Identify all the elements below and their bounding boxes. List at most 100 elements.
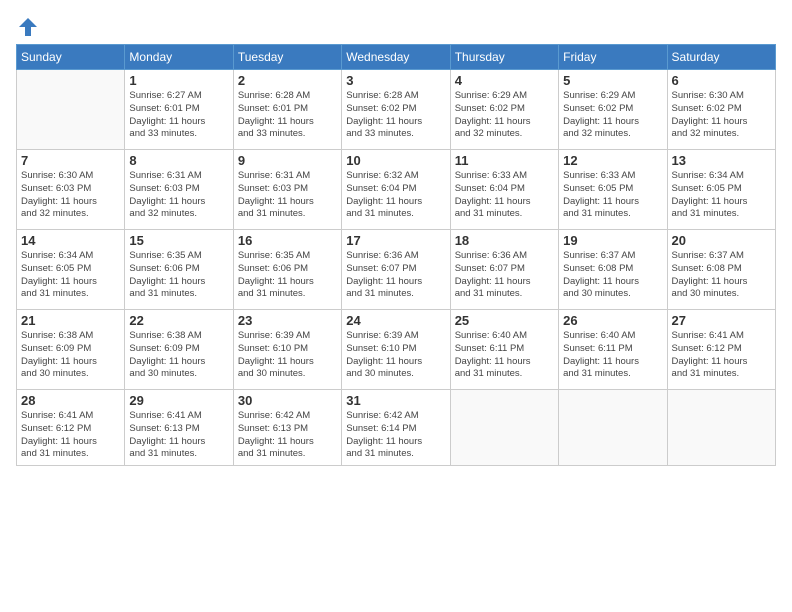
calendar-cell: 12 Sunrise: 6:33 AM Sunset: 6:05 PM Dayli… [559, 150, 667, 230]
calendar-cell [17, 70, 125, 150]
day-number: 2 [238, 73, 337, 88]
calendar-cell: 7 Sunrise: 6:30 AM Sunset: 6:03 PM Daylig… [17, 150, 125, 230]
day-info: Sunrise: 6:37 AM Sunset: 6:08 PM Dayligh… [563, 250, 662, 301]
calendar-cell: 11 Sunrise: 6:33 AM Sunset: 6:04 PM Dayli… [450, 150, 558, 230]
calendar-header-sunday: Sunday [17, 45, 125, 70]
logo-icon [17, 16, 39, 38]
calendar-cell: 28Sunrise: 6:41 AM Sunset: 6:12 PM Dayli… [17, 390, 125, 466]
day-info: Sunrise: 6:28 AM Sunset: 6:01 PM Dayligh… [238, 90, 337, 141]
calendar-cell: 6 Sunrise: 6:30 AM Sunset: 6:02 PM Daylig… [667, 70, 775, 150]
day-number: 25 [455, 313, 554, 328]
calendar-cell: 22Sunrise: 6:38 AM Sunset: 6:09 PM Dayli… [125, 310, 233, 390]
calendar-cell: 14 Sunrise: 6:34 AM Sunset: 6:05 PM Dayli… [17, 230, 125, 310]
calendar-cell: 27 Sunrise: 6:41 AM Sunset: 6:12 PM Dayli… [667, 310, 775, 390]
day-info: Sunrise: 6:29 AM Sunset: 6:02 PM Dayligh… [563, 90, 662, 141]
page-header [16, 16, 776, 34]
calendar-week-row: 7 Sunrise: 6:30 AM Sunset: 6:03 PM Daylig… [17, 150, 776, 230]
calendar-header-row: SundayMondayTuesdayWednesdayThursdayFrid… [17, 45, 776, 70]
calendar-cell: 1 Sunrise: 6:27 AM Sunset: 6:01 PM Daylig… [125, 70, 233, 150]
calendar-cell: 23Sunrise: 6:39 AM Sunset: 6:10 PM Dayli… [233, 310, 341, 390]
day-number: 4 [455, 73, 554, 88]
day-info: Sunrise: 6:41 AM Sunset: 6:12 PM Dayligh… [21, 410, 120, 461]
calendar-header-friday: Friday [559, 45, 667, 70]
day-number: 1 [129, 73, 228, 88]
day-info: Sunrise: 6:38 AM Sunset: 6:09 PM Dayligh… [21, 330, 120, 381]
day-number: 13 [672, 153, 771, 168]
day-info: Sunrise: 6:39 AM Sunset: 6:10 PM Dayligh… [346, 330, 445, 381]
calendar-cell: 26 Sunrise: 6:40 AM Sunset: 6:11 PM Dayli… [559, 310, 667, 390]
calendar-cell: 21 Sunrise: 6:38 AM Sunset: 6:09 PM Dayli… [17, 310, 125, 390]
calendar-header-saturday: Saturday [667, 45, 775, 70]
day-number: 12 [563, 153, 662, 168]
day-info: Sunrise: 6:30 AM Sunset: 6:02 PM Dayligh… [672, 90, 771, 141]
calendar-header-thursday: Thursday [450, 45, 558, 70]
day-number: 15 [129, 233, 228, 248]
calendar-cell: 17 Sunrise: 6:36 AM Sunset: 6:07 PM Dayli… [342, 230, 450, 310]
day-number: 26 [563, 313, 662, 328]
calendar-cell: 15 Sunrise: 6:35 AM Sunset: 6:06 PM Dayli… [125, 230, 233, 310]
calendar-cell: 2 Sunrise: 6:28 AM Sunset: 6:01 PM Daylig… [233, 70, 341, 150]
day-info: Sunrise: 6:40 AM Sunset: 6:11 PM Dayligh… [455, 330, 554, 381]
calendar-header-monday: Monday [125, 45, 233, 70]
day-info: Sunrise: 6:36 AM Sunset: 6:07 PM Dayligh… [346, 250, 445, 301]
day-number: 10 [346, 153, 445, 168]
day-number: 27 [672, 313, 771, 328]
day-info: Sunrise: 6:41 AM Sunset: 6:12 PM Dayligh… [672, 330, 771, 381]
calendar-cell: 3 Sunrise: 6:28 AM Sunset: 6:02 PM Daylig… [342, 70, 450, 150]
calendar-cell [450, 390, 558, 466]
day-number: 21 [21, 313, 120, 328]
day-info: Sunrise: 6:33 AM Sunset: 6:04 PM Dayligh… [455, 170, 554, 221]
calendar-cell: 18 Sunrise: 6:36 AM Sunset: 6:07 PM Dayli… [450, 230, 558, 310]
day-number: 8 [129, 153, 228, 168]
day-info: Sunrise: 6:30 AM Sunset: 6:03 PM Dayligh… [21, 170, 120, 221]
day-number: 9 [238, 153, 337, 168]
day-info: Sunrise: 6:29 AM Sunset: 6:02 PM Dayligh… [455, 90, 554, 141]
day-info: Sunrise: 6:35 AM Sunset: 6:06 PM Dayligh… [129, 250, 228, 301]
day-number: 6 [672, 73, 771, 88]
calendar-cell: 4 Sunrise: 6:29 AM Sunset: 6:02 PM Daylig… [450, 70, 558, 150]
calendar-cell: 9Sunrise: 6:31 AM Sunset: 6:03 PM Daylig… [233, 150, 341, 230]
day-number: 24 [346, 313, 445, 328]
day-info: Sunrise: 6:38 AM Sunset: 6:09 PM Dayligh… [129, 330, 228, 381]
calendar-week-row: 28Sunrise: 6:41 AM Sunset: 6:12 PM Dayli… [17, 390, 776, 466]
day-number: 19 [563, 233, 662, 248]
day-info: Sunrise: 6:40 AM Sunset: 6:11 PM Dayligh… [563, 330, 662, 381]
logo [16, 16, 39, 34]
day-number: 31 [346, 393, 445, 408]
day-number: 7 [21, 153, 120, 168]
calendar-table: SundayMondayTuesdayWednesdayThursdayFrid… [16, 44, 776, 466]
calendar-cell: 19 Sunrise: 6:37 AM Sunset: 6:08 PM Dayli… [559, 230, 667, 310]
calendar-cell [667, 390, 775, 466]
day-info: Sunrise: 6:41 AM Sunset: 6:13 PM Dayligh… [129, 410, 228, 461]
day-number: 30 [238, 393, 337, 408]
day-info: Sunrise: 6:37 AM Sunset: 6:08 PM Dayligh… [672, 250, 771, 301]
day-number: 20 [672, 233, 771, 248]
calendar-week-row: 21 Sunrise: 6:38 AM Sunset: 6:09 PM Dayli… [17, 310, 776, 390]
day-info: Sunrise: 6:36 AM Sunset: 6:07 PM Dayligh… [455, 250, 554, 301]
calendar-week-row: 1 Sunrise: 6:27 AM Sunset: 6:01 PM Daylig… [17, 70, 776, 150]
day-number: 17 [346, 233, 445, 248]
day-info: Sunrise: 6:34 AM Sunset: 6:05 PM Dayligh… [21, 250, 120, 301]
calendar-cell: 24 Sunrise: 6:39 AM Sunset: 6:10 PM Dayli… [342, 310, 450, 390]
calendar-header-wednesday: Wednesday [342, 45, 450, 70]
calendar-cell: 13Sunrise: 6:34 AM Sunset: 6:05 PM Dayli… [667, 150, 775, 230]
day-number: 18 [455, 233, 554, 248]
day-number: 5 [563, 73, 662, 88]
day-number: 11 [455, 153, 554, 168]
calendar-cell [559, 390, 667, 466]
day-info: Sunrise: 6:42 AM Sunset: 6:13 PM Dayligh… [238, 410, 337, 461]
day-info: Sunrise: 6:33 AM Sunset: 6:05 PM Dayligh… [563, 170, 662, 221]
day-number: 16 [238, 233, 337, 248]
calendar-cell: 29 Sunrise: 6:41 AM Sunset: 6:13 PM Dayli… [125, 390, 233, 466]
day-number: 3 [346, 73, 445, 88]
calendar-cell: 10 Sunrise: 6:32 AM Sunset: 6:04 PM Dayli… [342, 150, 450, 230]
day-number: 14 [21, 233, 120, 248]
calendar-header-tuesday: Tuesday [233, 45, 341, 70]
day-number: 23 [238, 313, 337, 328]
day-info: Sunrise: 6:27 AM Sunset: 6:01 PM Dayligh… [129, 90, 228, 141]
calendar-cell: 5 Sunrise: 6:29 AM Sunset: 6:02 PM Daylig… [559, 70, 667, 150]
day-number: 29 [129, 393, 228, 408]
calendar-week-row: 14 Sunrise: 6:34 AM Sunset: 6:05 PM Dayli… [17, 230, 776, 310]
day-info: Sunrise: 6:28 AM Sunset: 6:02 PM Dayligh… [346, 90, 445, 141]
day-info: Sunrise: 6:32 AM Sunset: 6:04 PM Dayligh… [346, 170, 445, 221]
